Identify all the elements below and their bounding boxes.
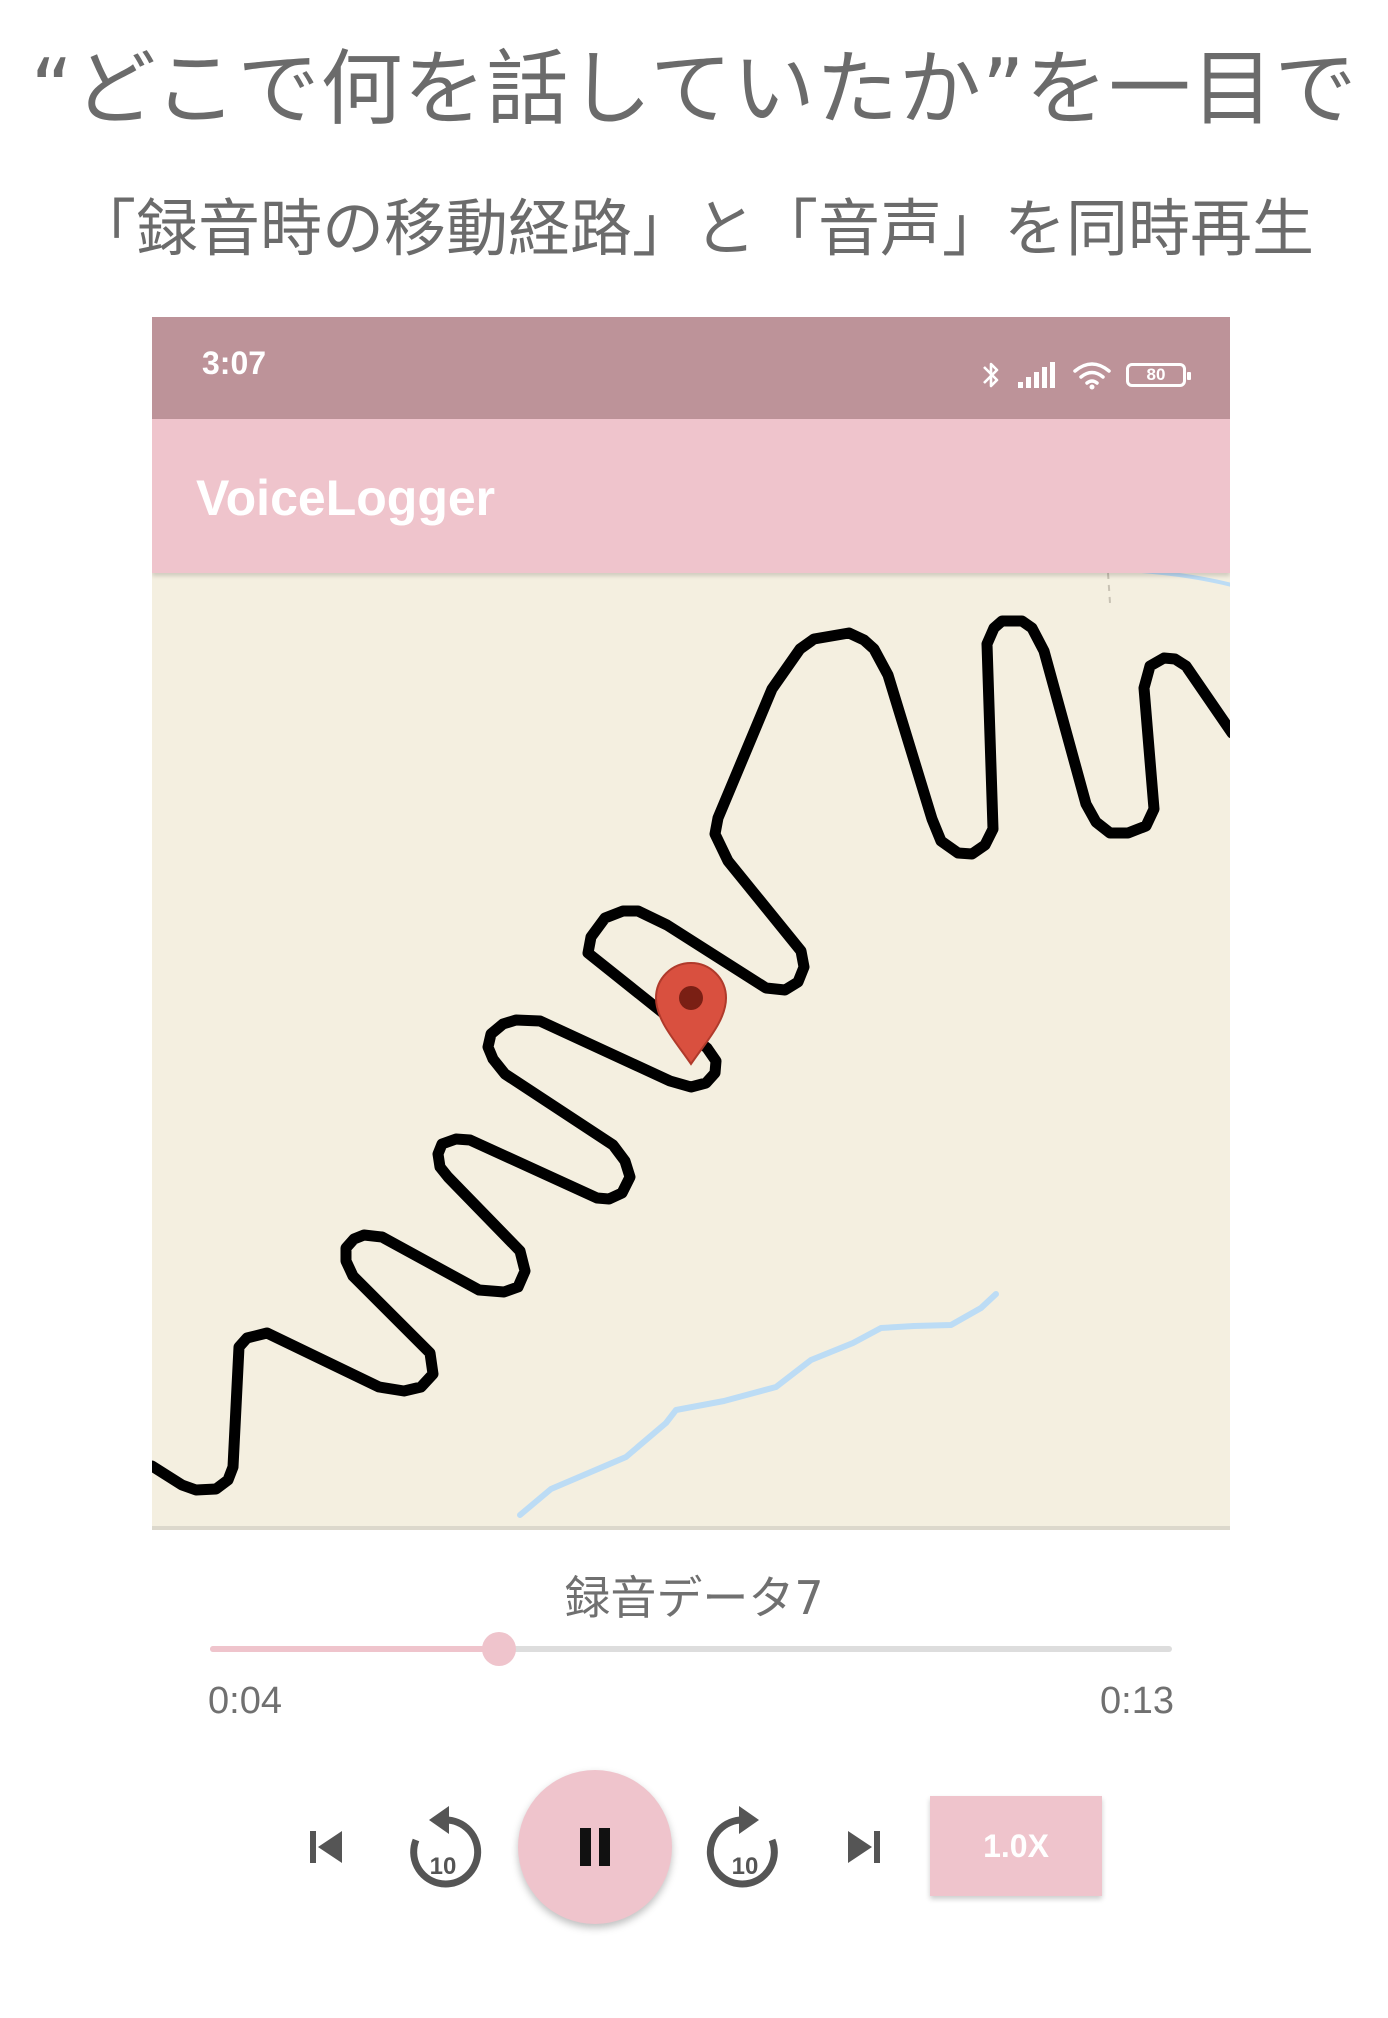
- signal-icon: [1018, 362, 1055, 388]
- status-bar: 3:07 80: [152, 317, 1230, 419]
- status-time: 3:07: [202, 345, 267, 381]
- forward-10-icon: 10: [706, 1806, 778, 1888]
- player-controls: 10 10 1.0X: [0, 1770, 1388, 1930]
- skip-previous-icon: [310, 1831, 342, 1863]
- playback-speed-button[interactable]: 1.0X: [930, 1796, 1102, 1896]
- track-title: 録音データ7: [564, 1571, 824, 1625]
- total-time: 0:13: [1100, 1680, 1174, 1722]
- app-bar: VoiceLogger: [152, 419, 1230, 573]
- app-title: VoiceLogger: [196, 470, 496, 526]
- bluetooth-icon: [983, 362, 999, 388]
- seek-thumb[interactable]: [481, 1632, 516, 1666]
- phone-screen: 3:07 80 VoiceLogger: [152, 317, 1230, 1530]
- map-bottom-edge: [152, 1526, 1230, 1530]
- battery-icon: 80: [1126, 363, 1191, 387]
- river: [517, 1291, 999, 1518]
- map-canvas: [152, 573, 1230, 1518]
- pause-button[interactable]: [518, 1770, 672, 1924]
- river-top: [1141, 573, 1230, 587]
- skip-next-button[interactable]: [834, 1812, 894, 1882]
- forward-10-label: 10: [732, 1853, 759, 1880]
- headline-title: “どこで何を話していたか”を一目で: [30, 42, 1358, 137]
- skip-previous-button[interactable]: [296, 1812, 356, 1882]
- forward-10-button[interactable]: 10: [696, 1792, 786, 1902]
- location-pin-icon[interactable]: [654, 962, 728, 1066]
- skip-next-icon: [848, 1831, 880, 1863]
- map-view[interactable]: [152, 573, 1230, 1530]
- pause-icon: [580, 1828, 610, 1866]
- seek-bar[interactable]: [210, 1632, 1172, 1666]
- current-time: 0:04: [208, 1680, 282, 1722]
- replay-10-icon: 10: [410, 1806, 482, 1888]
- headline-subtitle: 「録音時の移動経路」と「音声」を同時再生: [73, 192, 1314, 265]
- seek-progress: [210, 1646, 499, 1652]
- wifi-icon: [1073, 362, 1111, 390]
- replay-10-button[interactable]: 10: [402, 1792, 492, 1902]
- map-dashed-road: [1107, 573, 1111, 604]
- replay-10-label: 10: [430, 1853, 457, 1880]
- status-icons: 80: [980, 357, 1191, 393]
